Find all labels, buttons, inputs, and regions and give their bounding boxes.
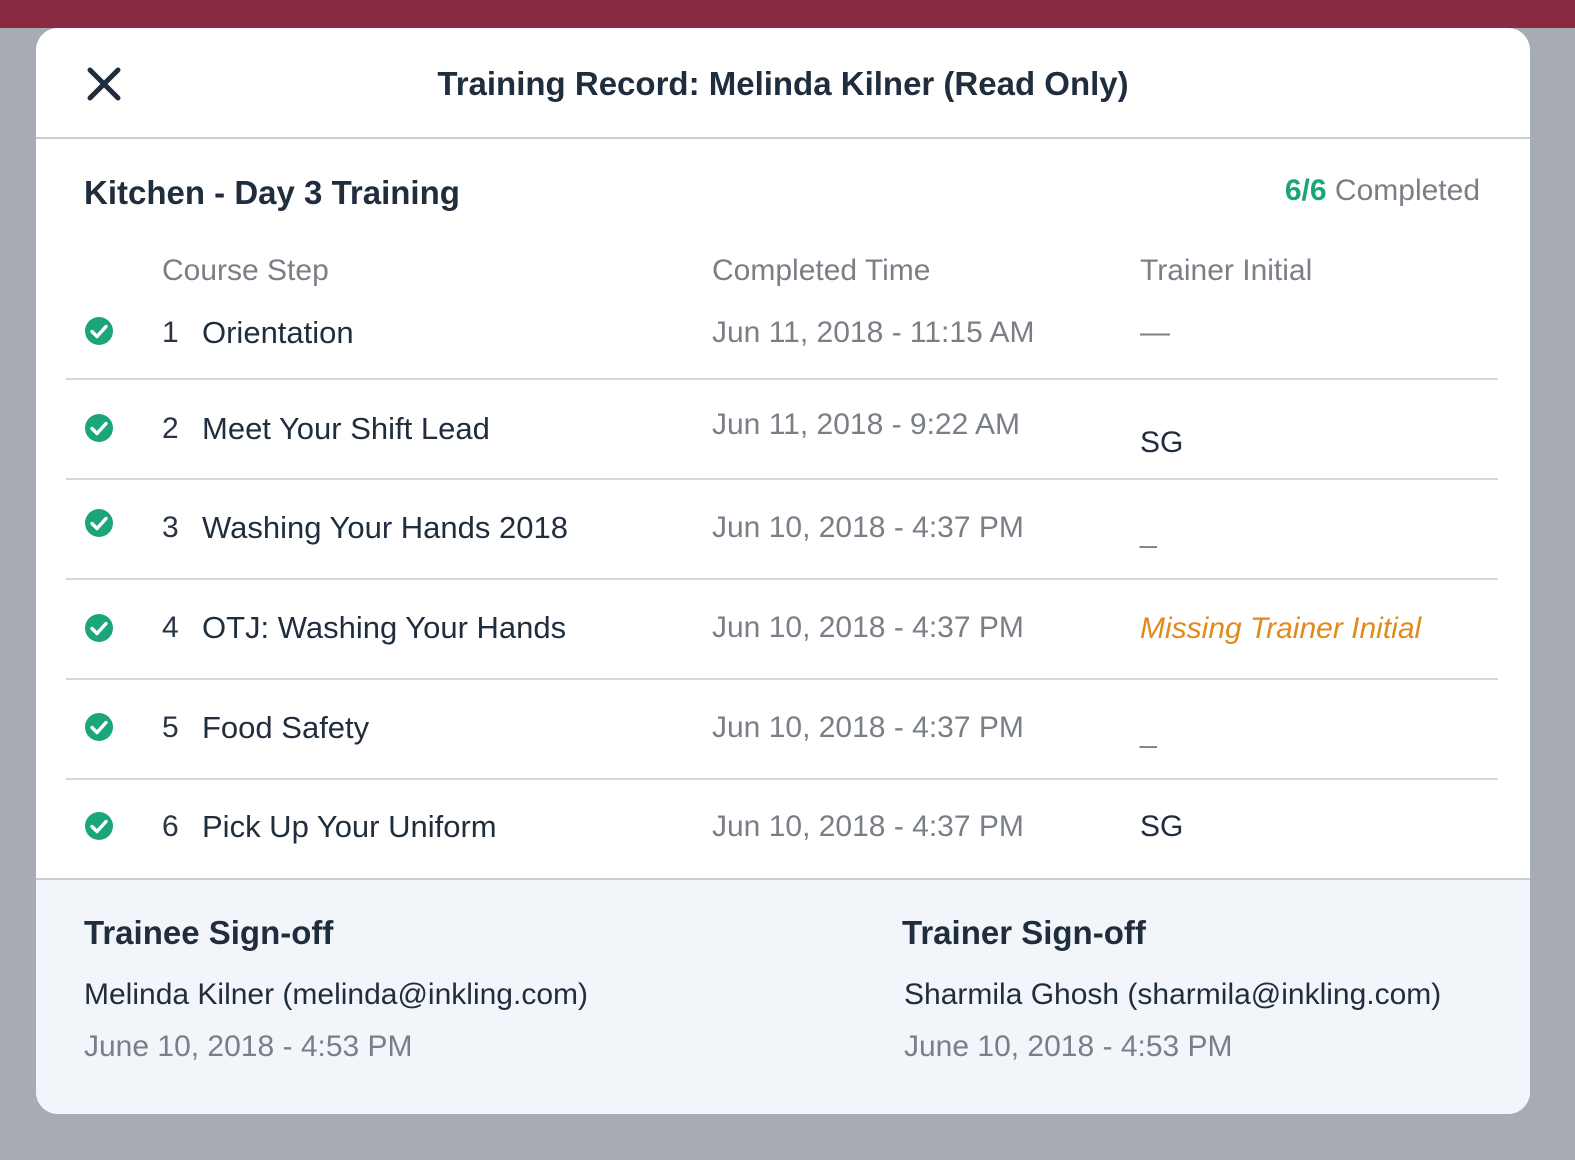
trainer-signoff-date: June 10, 2018 - 4:53 PM xyxy=(904,1030,1233,1063)
step-name: Pick Up Your Uniform xyxy=(202,809,497,844)
check-circle-icon xyxy=(85,713,113,741)
step-name: Meet Your Shift Lead xyxy=(202,411,490,446)
step-number: 3 xyxy=(162,511,179,544)
step-trainer-initial: SG xyxy=(1140,810,1184,843)
step-trainer-initial: _ xyxy=(1140,516,1157,549)
check-circle-icon xyxy=(85,812,113,840)
course-title: Kitchen - Day 3 Training xyxy=(84,174,460,211)
step-completed-time: Jun 10, 2018 - 4:37 PM xyxy=(712,511,1024,544)
step-trainer-initial: — xyxy=(1140,316,1170,349)
training-record-modal: Training Record: Melinda Kilner (Read On… xyxy=(36,28,1530,1114)
step-number: 1 xyxy=(162,316,179,349)
table-row: 1 Orientation Jun 11, 2018 - 11:15 AM — xyxy=(66,280,1498,380)
step-trainer-initial: _ xyxy=(1140,716,1157,749)
step-name: OTJ: Washing Your Hands xyxy=(202,610,567,645)
check-circle-icon xyxy=(85,317,113,345)
missing-trainer-initial-warning: Missing Trainer Initial xyxy=(1140,612,1422,645)
step-completed-time: Jun 10, 2018 - 4:37 PM xyxy=(712,711,1024,744)
close-button[interactable] xyxy=(82,62,126,106)
signoff-section: Trainee Sign-off Melinda Kilner (melinda… xyxy=(36,878,1530,1114)
step-name: Washing Your Hands 2018 xyxy=(202,510,568,545)
step-name: Orientation xyxy=(202,315,354,350)
step-number: 4 xyxy=(162,611,179,644)
trainer-signoff-title: Trainer Sign-off xyxy=(902,914,1146,951)
check-circle-icon xyxy=(85,614,113,642)
completion-count: 6/6 xyxy=(1284,174,1327,207)
table-row: 2 Meet Your Shift Lead Jun 11, 2018 - 9:… xyxy=(66,380,1498,480)
table-row: 3 Washing Your Hands 2018 Jun 10, 2018 -… xyxy=(66,480,1498,580)
step-completed-time: Jun 11, 2018 - 9:22 AM xyxy=(712,408,1020,441)
check-circle-icon xyxy=(85,414,113,442)
step-trainer-initial: SG xyxy=(1140,426,1184,459)
modal-title: Training Record: Melinda Kilner (Read On… xyxy=(437,65,1129,102)
table-row: 4 OTJ: Washing Your Hands Jun 10, 2018 -… xyxy=(66,580,1498,680)
modal-header: Training Record: Melinda Kilner (Read On… xyxy=(36,28,1530,139)
step-completed-time: Jun 10, 2018 - 4:37 PM xyxy=(712,810,1024,843)
trainee-signoff-name: Melinda Kilner (melinda@inkling.com) xyxy=(84,978,588,1011)
completion-label: Completed xyxy=(1334,174,1480,207)
step-name: Food Safety xyxy=(202,710,370,745)
step-number: 2 xyxy=(162,412,179,445)
trainee-signoff-date: June 10, 2018 - 4:53 PM xyxy=(84,1030,413,1063)
step-number: 6 xyxy=(162,810,179,843)
trainer-signoff-name: Sharmila Ghosh (sharmila@inkling.com) xyxy=(904,978,1442,1011)
step-completed-time: Jun 11, 2018 - 11:15 AM xyxy=(712,316,1035,349)
trainee-signoff-title: Trainee Sign-off xyxy=(84,914,334,951)
check-circle-icon xyxy=(85,509,113,537)
completion-status: 6/6 Completed xyxy=(1285,174,1480,208)
table-row: 5 Food Safety Jun 10, 2018 - 4:37 PM _ xyxy=(66,680,1498,780)
table-row: 6 Pick Up Your Uniform Jun 10, 2018 - 4:… xyxy=(66,780,1498,880)
close-icon xyxy=(87,67,121,101)
step-completed-time: Jun 10, 2018 - 4:37 PM xyxy=(712,611,1024,644)
step-number: 5 xyxy=(162,711,179,744)
top-accent-bar xyxy=(0,0,1575,28)
